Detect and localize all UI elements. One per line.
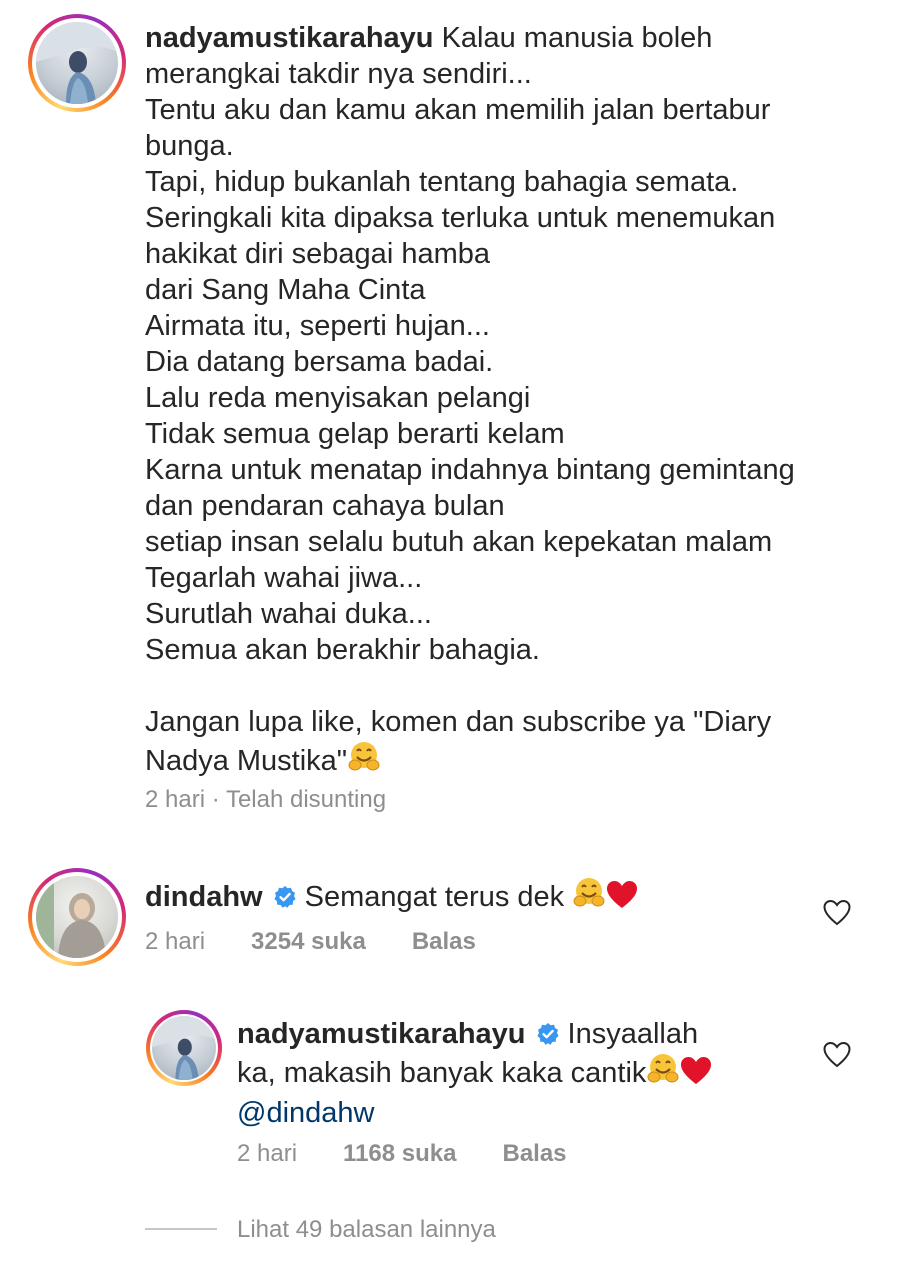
heart-outline-icon[interactable] — [822, 898, 852, 928]
reply-avatar[interactable] — [152, 1016, 216, 1080]
red-heart-emoji — [680, 1056, 712, 1095]
comment-body: dindahw Semangat terus dek — [145, 876, 805, 919]
person-photo-icon — [36, 22, 118, 104]
red-heart-emoji — [606, 880, 638, 919]
comment-meta: 2 hari 3254 suka Balas — [145, 928, 476, 956]
reply-username[interactable]: nadyamustikarahayu — [237, 1018, 526, 1050]
reply-time: 2 hari — [237, 1140, 298, 1167]
post-avatar[interactable] — [36, 22, 118, 104]
hugging-face-emoji — [572, 876, 606, 919]
meta-separator: · — [205, 786, 226, 813]
person-photo-icon — [36, 876, 106, 958]
comment-username[interactable]: dindahw — [145, 881, 263, 913]
heart-outline-icon[interactable] — [822, 1040, 852, 1070]
person-photo-icon — [152, 1016, 216, 1080]
reply-mention-link[interactable]: @dindahw — [237, 1097, 374, 1129]
reply-body: nadyamustikarahayu Insyaallah ka, makasih … — [237, 1016, 797, 1131]
reply-reply-button[interactable]: Balas — [502, 1140, 566, 1167]
hugging-face-emoji — [347, 740, 381, 783]
post-caption: nadyamustikarahayu Kalau manusia boleh m… — [145, 20, 885, 783]
edited-label: Telah disunting — [225, 786, 387, 813]
reply-likes[interactable]: 1168 suka — [343, 1140, 456, 1167]
hugging-face-emoji — [646, 1052, 680, 1095]
post-meta: 2 hari · Telah disunting — [145, 786, 386, 814]
reply-meta: 2 hari 1168 suka Balas — [237, 1140, 567, 1168]
reply-text-second: ka, makasih banyak kaka cantik — [237, 1057, 647, 1089]
comment-time: 2 hari — [145, 928, 206, 955]
comment-likes[interactable]: 3254 suka — [251, 928, 366, 955]
more-replies-divider — [145, 1228, 217, 1230]
comment-reply-button[interactable]: Balas — [412, 928, 476, 955]
view-more-replies-button[interactable]: Lihat 49 balasan lainnya — [237, 1216, 496, 1244]
reply-text-first: Insyaallah — [567, 1018, 699, 1050]
post-time: 2 hari — [145, 786, 206, 813]
comment-avatar[interactable] — [36, 876, 118, 958]
verified-badge-icon — [536, 1019, 560, 1045]
post-caption-text: Kalau manusia boleh merangkai takdir nya… — [145, 22, 795, 777]
post-username[interactable]: nadyamustikarahayu — [145, 22, 434, 54]
comment-text: Semangat terus dek — [304, 881, 573, 913]
verified-badge-icon — [273, 882, 297, 908]
